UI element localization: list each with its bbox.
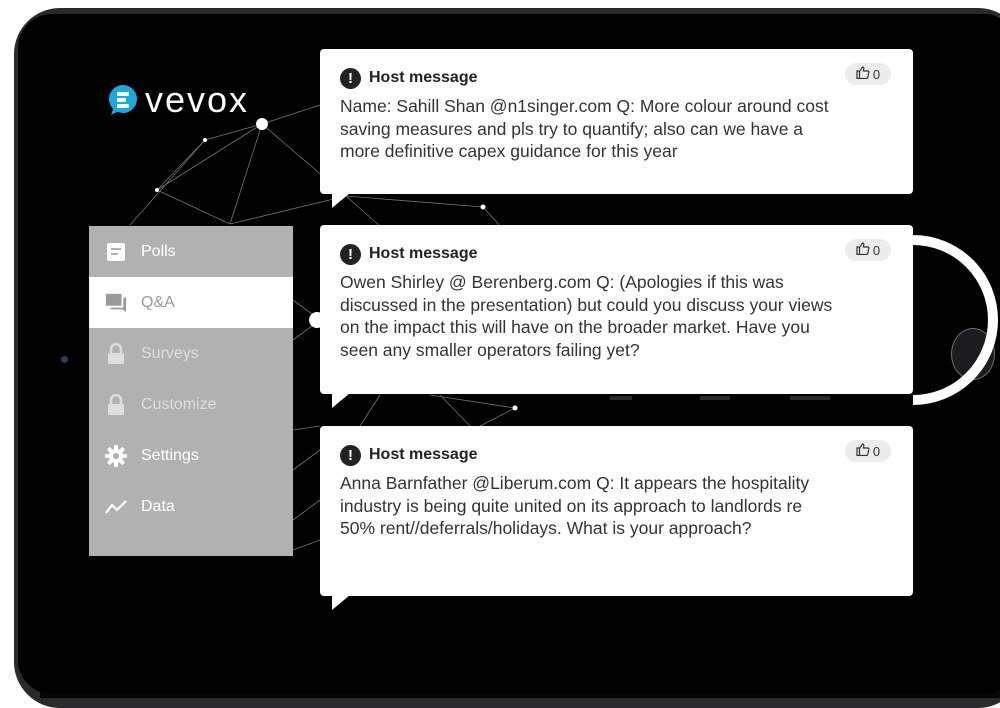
menu-item-qa[interactable]: Q&A [89,277,293,328]
menu-label-surveys: Surveys [141,344,199,362]
lock-icon [105,393,127,416]
brand-name: vevox [145,79,250,120]
like-button[interactable]: 0 [845,63,891,85]
menu-item-data[interactable]: Data [89,481,293,532]
card-tail [332,595,350,610]
menu-label-data: Data [141,497,175,515]
exclamation-icon: ! [340,444,361,466]
menu-item-settings[interactable]: Settings [89,430,293,481]
card-title: Host message [369,446,478,463]
card-header: ! Host message [340,243,893,265]
menu-item-polls[interactable]: Polls [89,226,293,277]
thumbs-up-icon [856,443,870,459]
poll-icon [105,241,127,263]
menu-label-settings: Settings [141,446,199,464]
host-message-card: ! Host message 0 Owen Shirley @ Berenber… [320,225,913,408]
exclamation-icon: ! [340,67,361,89]
lock-icon [105,342,127,365]
host-message-card: ! Host message 0 Name: Sahill Shan @n1si… [320,49,913,208]
card-tail [332,393,350,408]
like-count: 0 [872,443,881,459]
message-text: Name: Sahill Shan @n1singer.com Q: More … [340,96,829,161]
like-count: 0 [872,66,881,82]
card-tail [332,193,350,208]
vevox-logo-icon [109,85,137,115]
chat-icon [105,292,127,314]
message-text: Anna Barnfather @Liberum.com Q: It appea… [340,473,810,538]
thumbs-up-icon [856,66,870,82]
side-menu: Polls Q&A Surveys Customize Settings Dat… [89,226,293,556]
host-message-card: ! Host message 0 Anna Barnfather @Liberu… [320,426,913,610]
card-header: ! Host message [340,444,893,466]
card-header: ! Host message [340,67,893,89]
thumbs-up-icon [856,242,870,258]
vevox-logo: vevox [107,79,250,120]
card-title: Host message [369,69,478,86]
like-count: 0 [872,242,881,258]
exclamation-icon: ! [340,243,361,265]
menu-label-polls: Polls [141,242,176,260]
menu-label-customize: Customize [141,395,217,413]
gear-icon [105,444,127,467]
menu-item-customize[interactable]: Customize [89,379,293,430]
menu-item-surveys[interactable]: Surveys [89,328,293,379]
trend-icon [105,496,127,518]
menu-label-qa: Q&A [141,293,175,311]
card-title: Host message [369,245,478,262]
like-button[interactable]: 0 [845,440,891,462]
message-text: Owen Shirley @ Berenberg.com Q: (Apologi… [340,272,833,360]
like-button[interactable]: 0 [845,239,891,261]
